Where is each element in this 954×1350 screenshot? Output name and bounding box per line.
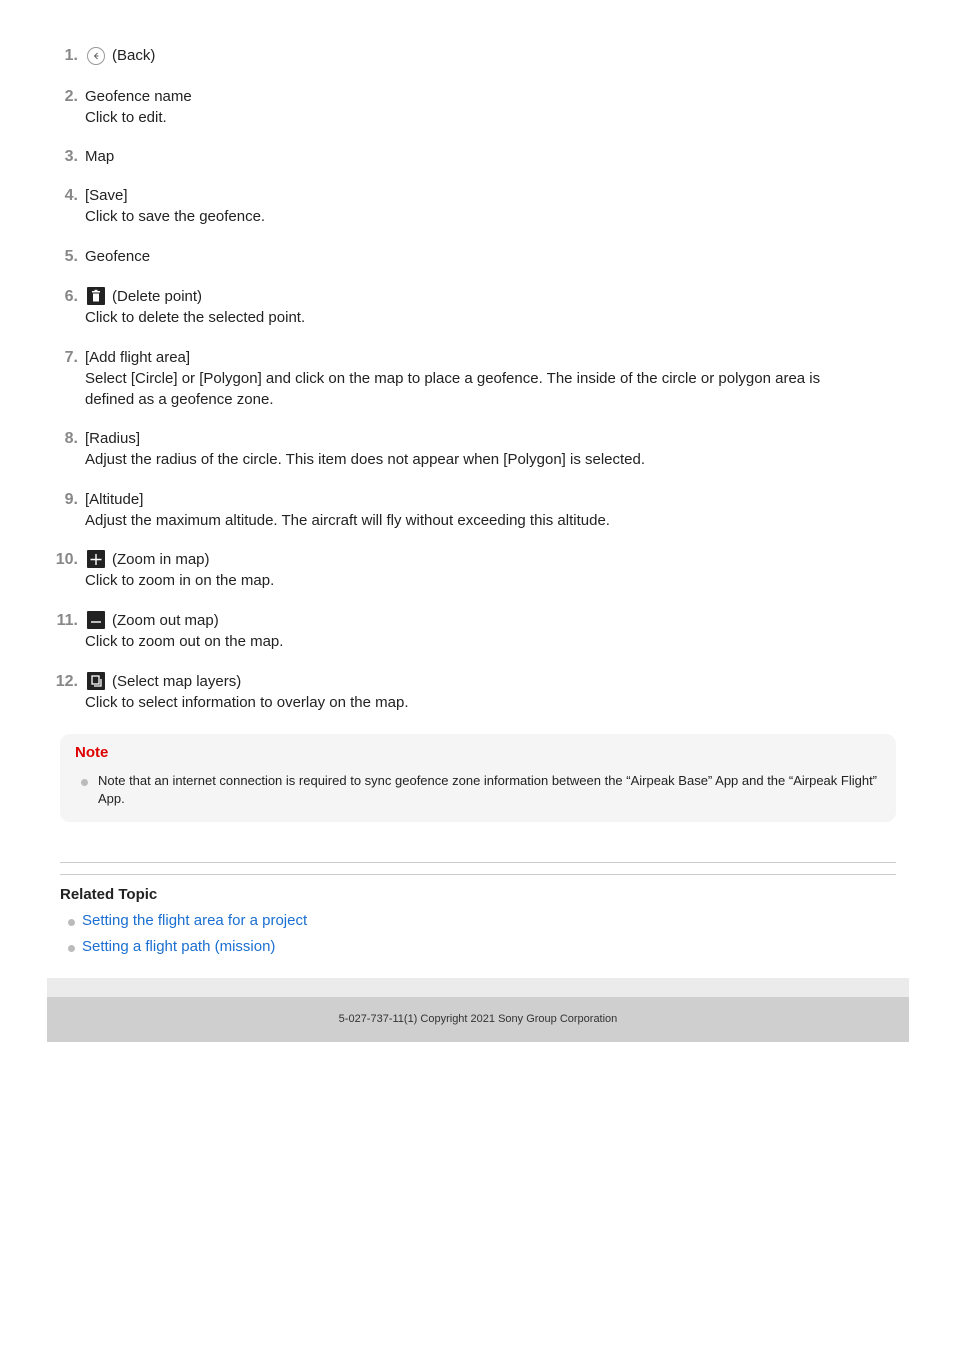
item-number: 11. <box>56 612 78 629</box>
related-topic-heading: Related Topic <box>60 886 158 903</box>
item-description: Click to zoom out on the map. <box>85 633 284 650</box>
item-description: Click to select information to overlay o… <box>85 694 409 711</box>
item-title: (Zoom in map) <box>85 549 865 570</box>
item-description: Adjust the radius of the circle. This it… <box>85 451 646 468</box>
item-title-text: (Delete point) <box>112 288 203 305</box>
note-text: Note that an internet connection is requ… <box>98 773 878 806</box>
minus-icon <box>87 611 105 629</box>
bullet-icon <box>81 779 88 786</box>
note-box: Note Note that an internet connection is… <box>60 734 896 822</box>
footer: 5-027-737-11(1) Copyright 2021 Sony Grou… <box>47 997 909 1042</box>
note-title: Note <box>75 744 109 761</box>
item-number: 7. <box>64 349 78 366</box>
item-title-text: (Select map layers) <box>112 673 242 690</box>
item-number: 1. <box>64 47 78 64</box>
item-title: [Altitude] <box>85 489 865 510</box>
item-number: 9. <box>64 491 78 508</box>
item-number: 10. <box>55 551 78 568</box>
item-title: Map <box>85 146 865 167</box>
footer-band <box>47 978 909 997</box>
item-description: Click to save the geofence. <box>85 208 266 225</box>
item-title-text: [Altitude] <box>85 491 144 508</box>
divider <box>60 862 896 863</box>
item-title: Geofence name <box>85 86 865 107</box>
item-title: [Add flight area] <box>85 347 865 368</box>
item-title-text: (Zoom out map) <box>112 612 219 629</box>
item-description: Adjust the maximum altitude. The aircraf… <box>85 512 610 529</box>
item-title-text: [Save] <box>85 187 128 204</box>
item-title-text: (Back) <box>112 47 156 64</box>
item-title: (Zoom out map) <box>85 610 865 631</box>
item-title: (Select map layers) <box>85 671 865 692</box>
item-description: Click to delete the selected point. <box>85 309 306 326</box>
related-link-flight-path[interactable]: Setting a flight path (mission) <box>82 938 275 955</box>
item-number: 6. <box>64 288 78 305</box>
item-title-text: (Zoom in map) <box>112 551 210 568</box>
item-title: [Save] <box>85 185 865 206</box>
item-title-text: [Add flight area] <box>85 349 191 366</box>
copyright: 5-027-737-11(1) Copyright 2021 Sony Grou… <box>338 1013 618 1025</box>
item-number: 2. <box>64 88 78 105</box>
layers-icon <box>87 672 105 690</box>
item-number: 8. <box>64 430 78 447</box>
item-title-text: Map <box>85 148 115 165</box>
item-title: Geofence <box>85 246 865 267</box>
item-description: Click to edit. <box>85 109 167 126</box>
item-number: 4. <box>64 187 78 204</box>
item-title: (Delete point) <box>85 286 865 307</box>
help-page: 1. (Back) 2. Geofence name Click to edit. 3. M… <box>0 0 954 1350</box>
item-title-text: [Radius] <box>85 430 141 447</box>
divider <box>60 874 896 875</box>
item-description: Click to zoom in on the map. <box>85 572 275 589</box>
item-title: (Back) <box>85 45 865 66</box>
back-arrow-icon <box>87 47 105 65</box>
related-link-flight-area[interactable]: Setting the flight area for a project <box>82 912 307 929</box>
item-number: 5. <box>64 248 78 265</box>
item-number: 12. <box>55 673 78 690</box>
bullet-icon <box>68 919 75 926</box>
plus-icon <box>87 550 105 568</box>
bullet-icon <box>68 945 75 952</box>
item-title: [Radius] <box>85 428 865 449</box>
item-title-text: Geofence <box>85 248 151 265</box>
trash-icon <box>87 287 105 305</box>
item-title-text: Geofence name <box>85 88 192 105</box>
item-number: 3. <box>64 148 78 165</box>
item-description: Select [Circle] or [Polygon] and click o… <box>85 370 821 408</box>
